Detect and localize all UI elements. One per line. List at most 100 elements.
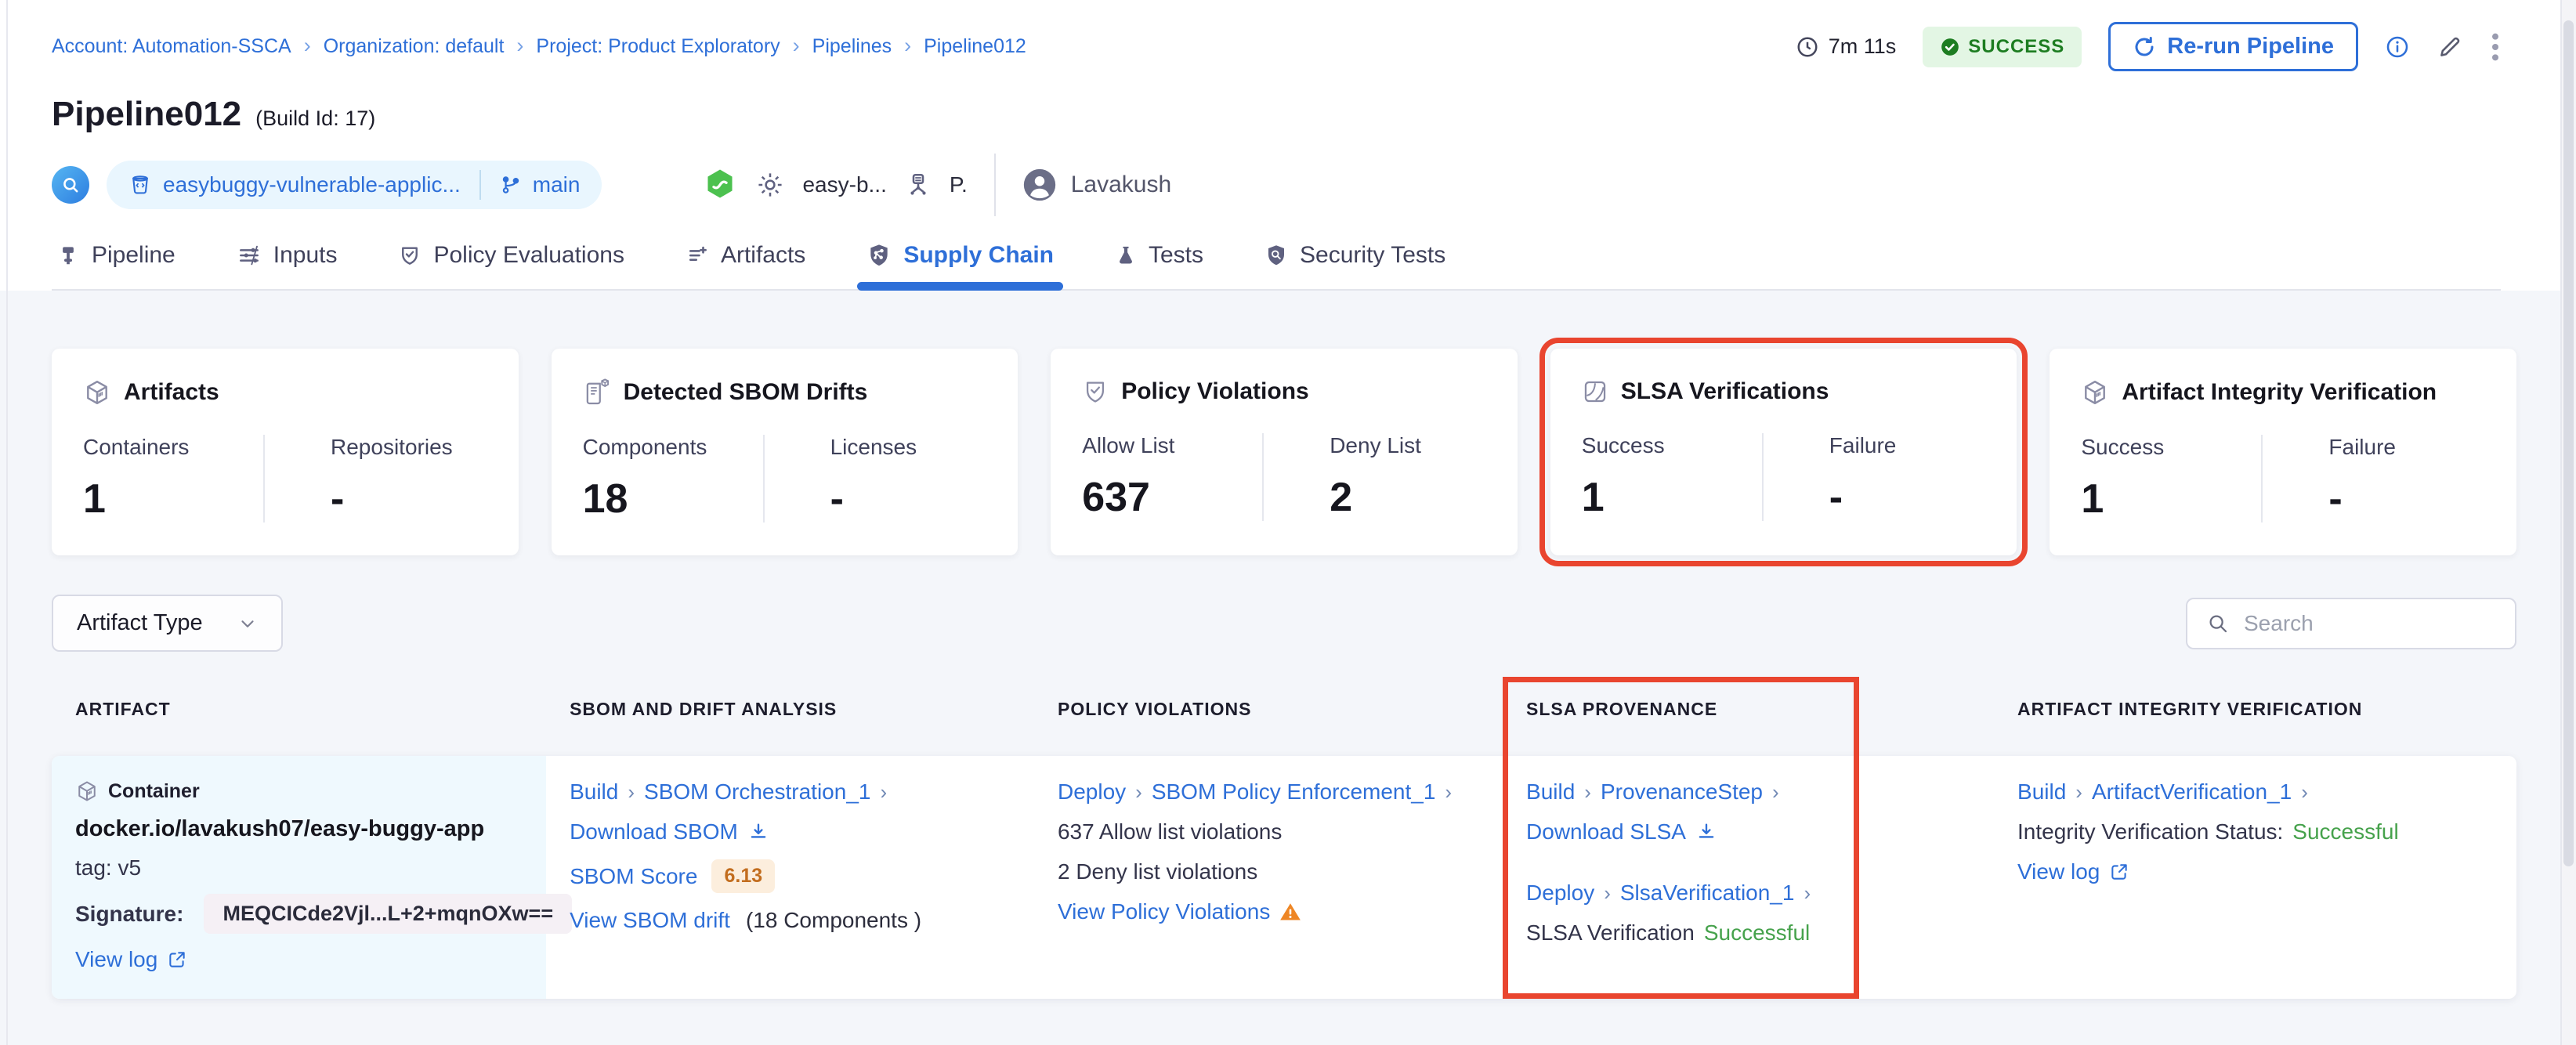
sbom-stage-link[interactable]: Build — [570, 779, 618, 805]
more-options-kebab-button[interactable] — [2490, 31, 2501, 63]
breadcrumb-account[interactable]: Account: Automation-SSCA — [52, 35, 291, 58]
sbom-drifts-summary-card: Detected SBOM Drifts Components 18 Licens… — [551, 349, 1018, 555]
artifact-image-name: docker.io/lavakush07/easy-buggy-app — [75, 816, 485, 841]
metric-label: Failure — [1829, 433, 1897, 457]
table-row: Container docker.io/lavakush07/easy-bugg… — [52, 756, 2516, 999]
summary-cards: Artifacts Containers 1 Repositories - Dete… — [52, 338, 2516, 566]
tab-artifacts[interactable]: Artifacts — [681, 228, 810, 289]
supply-chain-content: Artifacts Containers 1 Repositories - Dete… — [0, 291, 2576, 999]
edit-pencil-button[interactable] — [2437, 34, 2463, 60]
artifact-type-label: Container — [108, 779, 200, 802]
metric-value: - — [830, 476, 844, 522]
tab-label: Pipeline — [92, 242, 175, 268]
top-bar: Account: Automation-SSCA › Organization:… — [52, 22, 2501, 71]
column-header-sbom: SBOM AND DRIFT ANALYSIS — [570, 699, 838, 719]
rerun-pipeline-button[interactable]: Re-run Pipeline — [2108, 22, 2358, 71]
artifact-integrity-cell: Build › ArtifactVerification_1 › Integri… — [1994, 756, 2516, 999]
chevron-right-icon: › — [303, 34, 311, 57]
info-button[interactable] — [2385, 34, 2410, 60]
trigger-source-icon — [52, 166, 89, 204]
column-header-artifact: ARTIFACT — [75, 699, 171, 719]
page-header: Account: Automation-SSCA › Organization:… — [0, 0, 2576, 291]
slsa-icon — [1582, 378, 1608, 405]
pill-divider — [479, 170, 481, 200]
metric-value: 1 — [83, 476, 106, 522]
column-header-integrity: ARTIFACT INTEGRITY VERIFICATION — [2017, 699, 2363, 719]
chevron-right-icon: › — [792, 34, 800, 57]
chevron-right-icon: › — [880, 779, 888, 804]
metric-value: - — [331, 476, 345, 522]
cube-icon — [2081, 378, 2109, 407]
vertical-scrollbar[interactable] — [2560, 0, 2576, 1045]
breadcrumb-pipelines[interactable]: Pipelines — [812, 35, 892, 58]
chevron-right-icon: › — [1772, 779, 1779, 804]
metric-value: 2 — [1330, 475, 1353, 520]
breadcrumb-pipeline012[interactable]: Pipeline012 — [924, 35, 1026, 58]
breadcrumb-organization[interactable]: Organization: default — [324, 35, 505, 58]
artifact-cell: Container docker.io/lavakush07/easy-bugg… — [52, 756, 573, 999]
nav-edge-divider — [6, 0, 8, 1045]
allow-list-violations: 637 Allow list violations — [1057, 819, 1283, 844]
tab-label: Artifacts — [720, 242, 806, 268]
tab-tests[interactable]: Tests — [1110, 228, 1208, 289]
chevron-right-icon: › — [1604, 880, 1611, 905]
metric-label: Deny List — [1330, 433, 1421, 457]
sbom-score-link[interactable]: SBOM Score — [570, 864, 697, 889]
search-icon — [2206, 612, 2230, 635]
metric-value: 637 — [1082, 475, 1150, 520]
signature-value[interactable]: MEQCICde2Vjl...L+2+mqnOXw== — [204, 894, 573, 934]
slsa-step2-link[interactable]: SlsaVerification_1 — [1620, 880, 1795, 906]
slsa-verification-status: SLSA Verification Successful — [1526, 920, 1810, 946]
metric-label: Repositories — [331, 435, 453, 459]
search-box[interactable] — [2186, 597, 2516, 649]
check-circle-icon — [1940, 37, 1960, 57]
cube-icon — [83, 378, 111, 407]
download-sbom-link[interactable]: Download SBOM — [570, 819, 769, 844]
integrity-step-link[interactable]: ArtifactVerification_1 — [2092, 779, 2292, 805]
tab-supply-chain[interactable]: Supply Chain — [857, 228, 1063, 291]
tab-pipeline[interactable]: Pipeline — [52, 228, 180, 289]
artifact-type-select[interactable]: Artifact Type — [52, 595, 283, 652]
view-policy-violations-label: View Policy Violations — [1057, 899, 1271, 924]
execution-meta-row: easybuggy-vulnerable-applic... main easy… — [52, 154, 2501, 216]
artifact-type-label: Artifact Type — [77, 610, 203, 635]
policy-step-link[interactable]: SBOM Policy Enforcement_1 — [1152, 779, 1436, 805]
trigger-info-group: easy-b... P. — [702, 167, 968, 203]
slsa-provenance-cell: Build › ProvenanceStep › Download SLSA D… — [1503, 756, 1994, 999]
sbom-cell: Build › SBOM Orchestration_1 › Download … — [546, 756, 1034, 999]
security-shield-search-icon — [1264, 244, 1288, 267]
artifact-tag: tag: v5 — [75, 855, 142, 880]
title-row: Pipeline012 (Build Id: 17) — [52, 95, 2501, 134]
status-label: SUCCESS — [1968, 35, 2065, 57]
repo-branch-chip[interactable]: easybuggy-vulnerable-applic... main — [107, 161, 602, 209]
slsa-stage2-link[interactable]: Deploy — [1526, 880, 1594, 906]
download-slsa-link[interactable]: Download SLSA — [1526, 819, 1717, 844]
header-actions: 7m 11s SUCCESS Re-run Pipeline — [1796, 22, 2501, 71]
slsa-step1-link[interactable]: ProvenanceStep — [1601, 779, 1763, 805]
service-icon — [904, 171, 932, 199]
clock-icon — [1796, 35, 1819, 59]
tab-inputs[interactable]: Inputs — [232, 228, 342, 289]
breadcrumb-project[interactable]: Project: Product Exploratory — [536, 35, 780, 58]
tab-policy-evaluations[interactable]: Policy Evaluations — [393, 228, 628, 289]
search-input[interactable] — [2244, 610, 2496, 636]
branch-name: main — [532, 172, 581, 197]
cube-icon — [75, 779, 99, 803]
metric-label: Allow List — [1082, 433, 1175, 457]
integrity-stage-link[interactable]: Build — [2017, 779, 2066, 805]
chevron-right-icon: › — [904, 34, 912, 57]
slsa-stage1-link[interactable]: Build — [1526, 779, 1575, 805]
view-sbom-drift-link[interactable]: View SBOM drift — [570, 908, 730, 933]
view-policy-violations-link[interactable]: View Policy Violations — [1058, 899, 1301, 924]
download-slsa-label: Download SLSA — [1526, 819, 1686, 844]
chevron-right-icon: › — [1584, 779, 1591, 804]
tab-security-tests[interactable]: Security Tests — [1260, 228, 1450, 289]
view-log-link[interactable]: View log — [2017, 859, 2129, 884]
table-header-row: ARTIFACT SBOM AND DRIFT ANALYSIS POLICY … — [52, 686, 2516, 756]
view-log-link[interactable]: View log — [75, 947, 187, 972]
sbom-step-link[interactable]: SBOM Orchestration_1 — [644, 779, 870, 805]
duration-value: 7m 11s — [1828, 34, 1897, 58]
metric-label: Licenses — [830, 435, 917, 459]
scrollbar-thumb[interactable] — [2563, 20, 2574, 866]
policy-stage-link[interactable]: Deploy — [1058, 779, 1126, 805]
